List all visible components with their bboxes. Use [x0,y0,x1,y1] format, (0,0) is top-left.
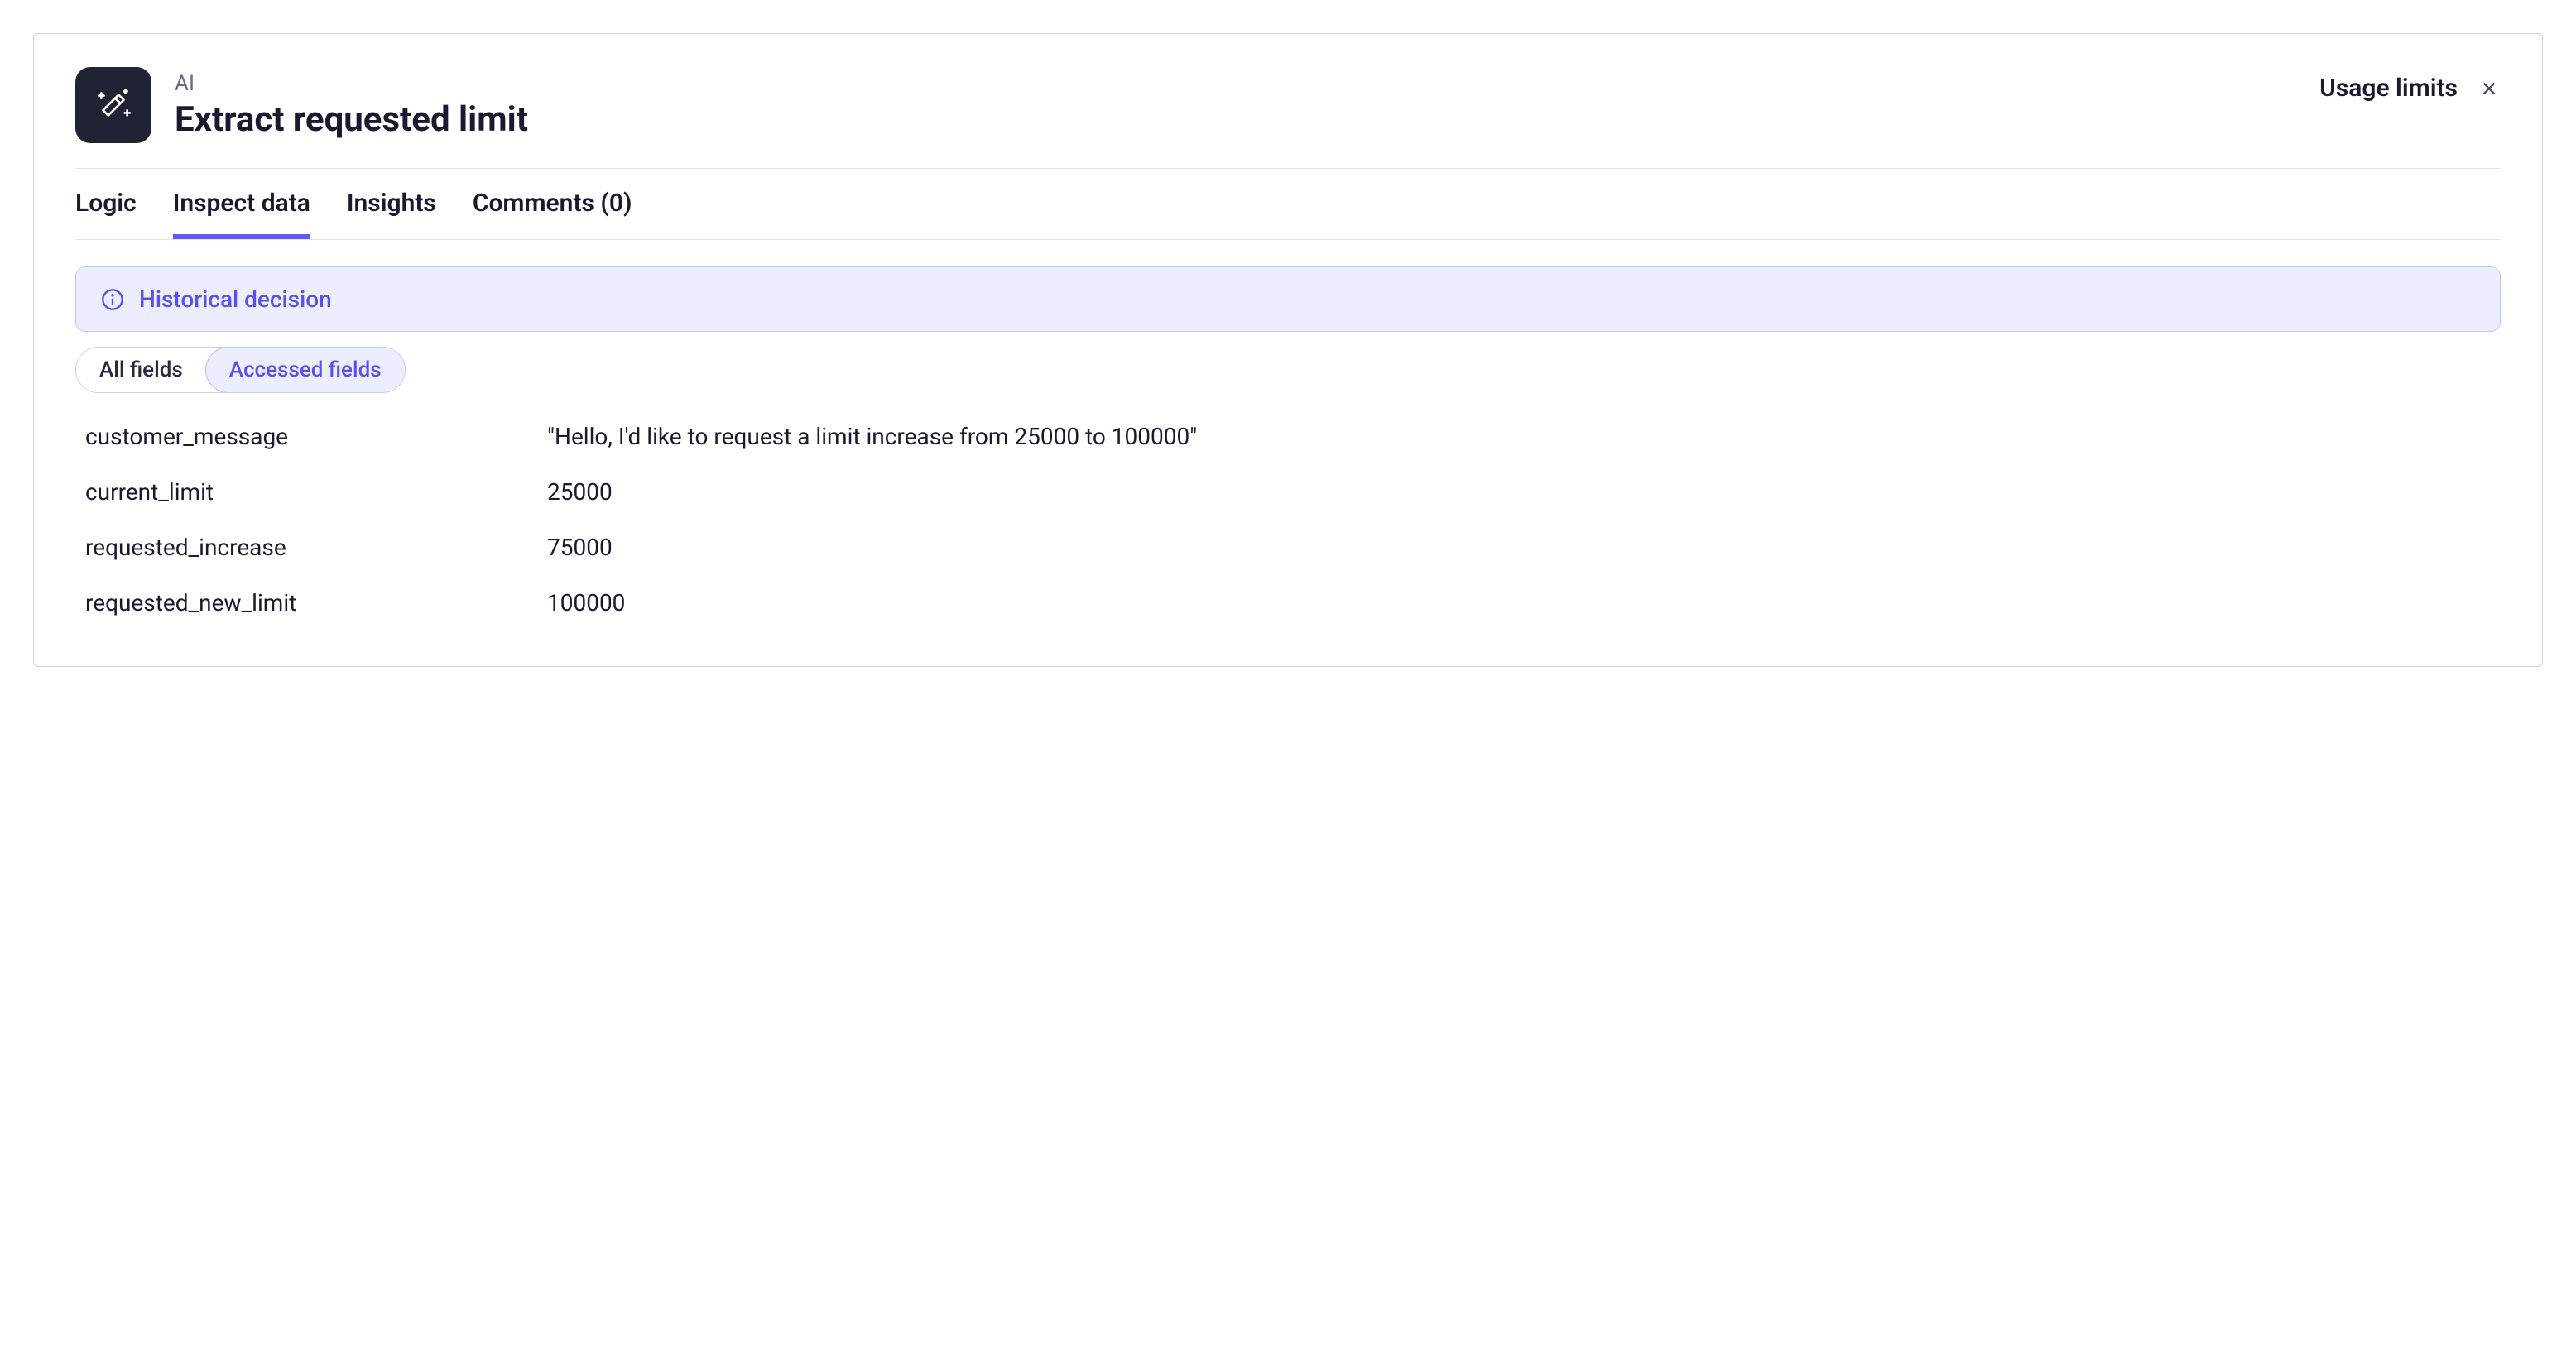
field-row: customer_message "Hello, I'd like to req… [75,423,2501,450]
field-key: requested_new_limit [75,589,547,616]
fields-list: customer_message "Hello, I'd like to req… [75,423,2501,616]
tab-comments[interactable]: Comments (0) [473,169,632,239]
field-value: "Hello, I'd like to request a limit incr… [547,423,1197,450]
field-row: requested_increase 75000 [75,534,2501,561]
info-icon [101,288,124,311]
field-key: customer_message [75,423,547,450]
title-block: AI Extract requested limit [175,71,528,140]
ai-magic-wand-icon [75,67,151,143]
field-key: current_limit [75,478,547,506]
field-value: 100000 [547,589,625,616]
usage-limits-link[interactable]: Usage limits [2319,74,2458,103]
header-right: Usage limits [2319,67,2501,103]
field-value: 75000 [547,534,613,561]
header-left: AI Extract requested limit [75,67,528,143]
panel-header: AI Extract requested limit Usage limits [75,67,2501,168]
historical-decision-banner: Historical decision [75,266,2501,332]
close-button[interactable] [2477,77,2501,100]
field-row: requested_new_limit 100000 [75,589,2501,616]
field-key: requested_increase [75,534,547,561]
filter-all-fields[interactable]: All fields [76,348,206,392]
field-row: current_limit 25000 [75,478,2501,506]
banner-text: Historical decision [139,285,332,313]
page-title: Extract requested limit [175,99,528,140]
tab-logic[interactable]: Logic [75,169,137,239]
detail-panel: AI Extract requested limit Usage limits … [33,33,2543,667]
filter-accessed-fields[interactable]: Accessed fields [205,347,406,393]
tab-bar: Logic Inspect data Insights Comments (0) [75,169,2501,240]
field-filter-toggle: All fields Accessed fields [75,347,406,393]
field-value: 25000 [547,478,613,506]
title-category: AI [175,71,528,96]
tab-insights[interactable]: Insights [347,169,436,239]
tab-inspect-data[interactable]: Inspect data [173,169,310,239]
